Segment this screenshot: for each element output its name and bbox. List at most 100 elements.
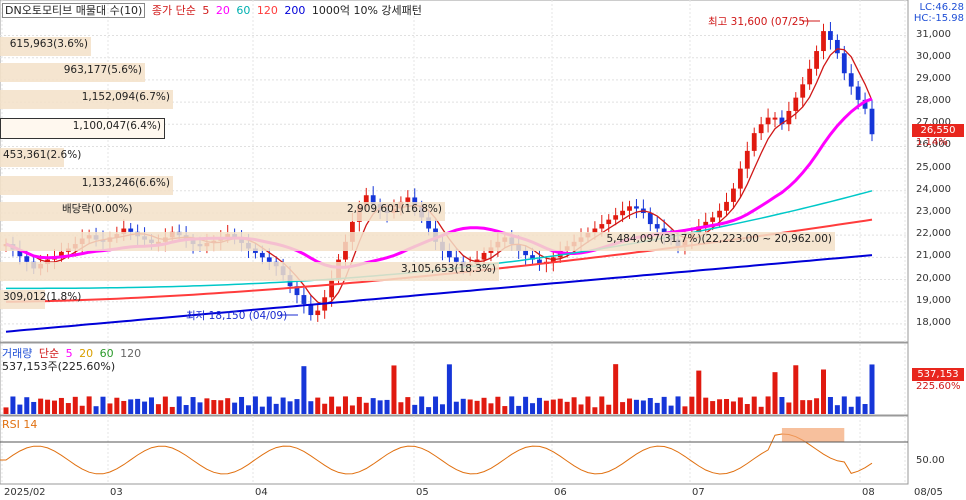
volume-bar <box>294 399 300 414</box>
volume-bar <box>751 396 757 414</box>
volume-bar <box>24 397 30 414</box>
stock-title[interactable]: DN오토모티브 매물대 수(10) <box>2 3 146 18</box>
candle-body <box>855 86 861 100</box>
candle-body <box>523 250 528 256</box>
candle-body <box>834 39 840 54</box>
volume-pct: 225.60% <box>916 381 961 392</box>
volume-bar <box>51 400 57 414</box>
volume-bar <box>855 396 861 414</box>
date-tick-label: 06 <box>554 487 567 498</box>
volume-bar <box>183 405 189 414</box>
volume-bar <box>308 401 314 414</box>
volume-bar <box>384 399 390 414</box>
volume-profile-bar: 5,484,097(31.7%)(22,223.00 ~ 20,962.00) <box>0 232 835 251</box>
dividend-annotation: 배당락(0.00%) <box>62 203 133 215</box>
volume-bar <box>218 400 224 414</box>
volume-profile-label: 1,100,047(6.4%) <box>72 120 161 132</box>
volume-bar <box>613 364 619 414</box>
date-tick-label: 03 <box>110 487 123 498</box>
date-tick-label: 05 <box>416 487 429 498</box>
candle-body <box>634 206 639 209</box>
volume-profile-bar: 3,105,653(18.3%) <box>0 262 499 281</box>
vol-period-120: 120 <box>120 347 142 360</box>
volume-bar <box>142 401 148 414</box>
volume-bar <box>197 402 203 414</box>
volume-bar <box>571 397 577 414</box>
volume-bar <box>433 396 439 414</box>
volume-bar <box>232 402 238 414</box>
candle-body <box>620 210 625 216</box>
volume-bar <box>239 396 245 414</box>
volume-bar <box>225 398 231 414</box>
volume-bar <box>135 398 141 414</box>
volume-bar <box>647 398 653 414</box>
volume-bar <box>536 397 542 414</box>
price-tick-label: 24,000 <box>916 183 951 195</box>
volume-bar <box>322 403 328 414</box>
volume-bar <box>862 404 868 414</box>
volume-bar <box>627 398 633 414</box>
candle-body <box>710 217 716 222</box>
volume-bar <box>814 398 820 414</box>
volume-bar <box>419 396 425 414</box>
volume-bar <box>737 397 743 414</box>
candle-body <box>751 133 757 151</box>
volume-bar <box>744 404 750 414</box>
volume-bar <box>710 401 716 414</box>
volume-bar <box>107 403 113 414</box>
volume-profile-label: 2,909,601(16.8%) <box>347 203 442 215</box>
candle-body <box>301 295 307 304</box>
price-tick-label: 25,000 <box>916 161 951 173</box>
volume-bar <box>245 405 251 414</box>
volume-bar <box>599 396 605 414</box>
low-annotation: 최저 18,150 (04/09) <box>186 310 288 322</box>
volume-bar <box>640 400 646 414</box>
volume-bar <box>391 365 397 414</box>
volume-profile-label: 963,177(5.6%) <box>63 64 142 76</box>
date-tick-label: 08/05 <box>914 487 943 498</box>
volume-bar <box>266 396 272 414</box>
volume-bar <box>342 396 348 414</box>
volume-bar <box>800 400 806 414</box>
volume-profile-bar: 453,361(2.6%) <box>0 148 81 167</box>
volume-profile-bar: 963,177(5.6%) <box>0 63 145 82</box>
volume-bar <box>446 364 452 414</box>
ma-period-5: 5 <box>202 4 210 17</box>
volume-bar <box>495 396 501 414</box>
candle-body <box>828 31 833 40</box>
volume-bar <box>10 396 16 414</box>
price-tick-label: 29,000 <box>916 72 951 84</box>
volume-bar <box>439 404 445 414</box>
volume-profile-bar: 1,100,047(6.4%) <box>0 118 165 139</box>
volume-bar <box>509 396 515 414</box>
candle-body <box>744 150 750 169</box>
candle-body <box>814 51 819 69</box>
volume-bar <box>349 405 355 414</box>
candle-body <box>654 224 660 229</box>
candle-body <box>329 279 335 298</box>
volume-bar <box>460 398 466 414</box>
volume-bar <box>682 406 688 414</box>
candle-body <box>731 188 736 202</box>
volume-bar <box>488 403 494 414</box>
volume-bar <box>100 396 106 414</box>
volume-bar <box>730 401 736 414</box>
volume-bar <box>273 403 279 414</box>
candle-body <box>841 53 847 74</box>
candle-body <box>613 215 619 220</box>
price-tick-label: 22,000 <box>916 228 951 240</box>
volume-profile-label: 1,152,094(6.7%) <box>81 91 170 103</box>
price-tick-label: 19,000 <box>916 294 951 306</box>
volume-bar <box>38 398 44 414</box>
volume-bar <box>93 406 99 414</box>
candle-body <box>800 84 806 98</box>
volume-bar <box>530 403 536 414</box>
rsi-level: 50.00 <box>916 455 945 466</box>
rsi-label[interactable]: RSI 14 <box>2 418 37 431</box>
volume-bar <box>280 397 286 414</box>
price-tick-label: 30,000 <box>916 50 951 62</box>
volume-bar <box>772 372 778 414</box>
ma-period-20: 20 <box>215 4 230 17</box>
volume-bar <box>578 404 584 414</box>
volume-bar <box>592 407 598 414</box>
